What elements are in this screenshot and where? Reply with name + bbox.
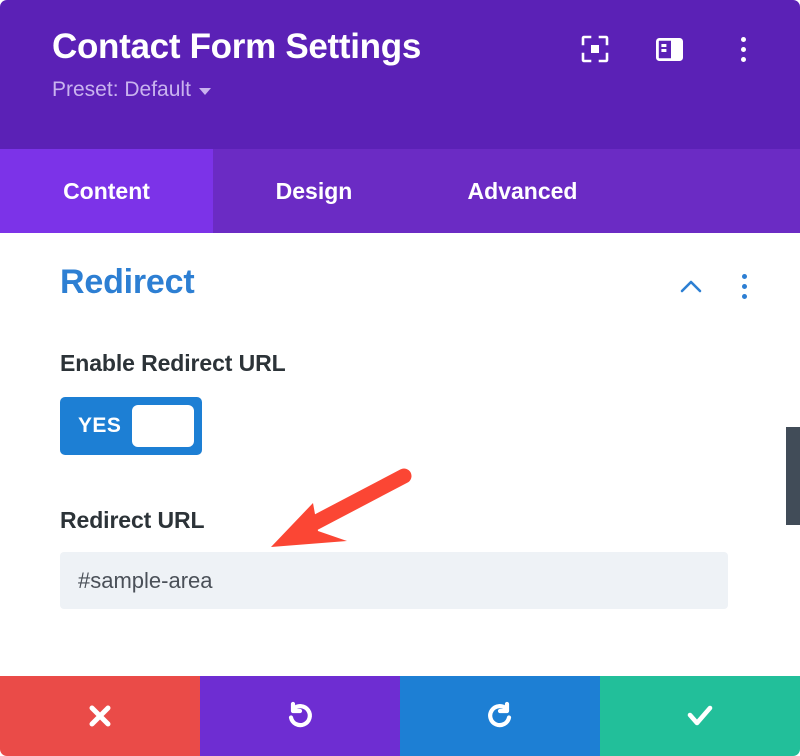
redo-button[interactable] <box>400 676 600 756</box>
redirect-url-input[interactable] <box>60 552 728 609</box>
dot <box>740 46 746 52</box>
dot <box>741 284 747 289</box>
undo-button[interactable] <box>200 676 400 756</box>
settings-body: Redirect Enable Redirect URL YES Redirec… <box>0 233 800 676</box>
section-header-redirect: Redirect <box>0 233 800 302</box>
layout-panel-icon[interactable] <box>654 34 684 64</box>
page-title: Contact Form Settings <box>52 27 421 66</box>
dot <box>741 294 747 299</box>
section-title: Redirect <box>60 263 195 301</box>
dot <box>741 274 747 279</box>
preset-label: Preset: Default <box>52 78 191 101</box>
undo-icon <box>288 701 312 728</box>
redirect-url-label: Redirect URL <box>60 507 205 533</box>
scrollbar-track[interactable] <box>786 233 800 676</box>
preset-selector[interactable]: Preset: Default <box>52 77 211 103</box>
toggle-knob <box>132 405 194 447</box>
redo-icon <box>488 701 512 728</box>
field-enable-redirect: Enable Redirect URL YES <box>0 350 800 455</box>
enable-redirect-label: Enable Redirect URL <box>60 350 286 376</box>
tab-design[interactable]: Design <box>213 149 415 233</box>
toggle-value-label: YES <box>78 414 122 437</box>
chevron-up-icon[interactable] <box>678 274 704 300</box>
check-icon <box>687 705 713 726</box>
section-more-options-icon[interactable] <box>732 272 756 302</box>
save-button[interactable] <box>600 676 800 756</box>
modal-header: Contact Form Settings Preset: Default <box>0 0 800 149</box>
section-header-actions <box>678 264 756 302</box>
cancel-button[interactable] <box>0 676 200 756</box>
scrollbar-thumb[interactable] <box>786 427 800 525</box>
tab-advanced[interactable]: Advanced <box>415 149 630 233</box>
close-icon <box>89 705 111 727</box>
action-bar <box>0 676 800 756</box>
chevron-down-icon <box>198 88 211 95</box>
dot <box>740 56 746 62</box>
enable-redirect-toggle[interactable]: YES <box>60 397 202 455</box>
header-icon-group <box>580 34 772 64</box>
settings-modal: Contact Form Settings Preset: Default Co… <box>0 0 800 756</box>
field-redirect-url: Redirect URL <box>0 507 800 609</box>
tab-bar: Content Design Advanced <box>0 149 800 233</box>
tab-content[interactable]: Content <box>0 149 213 233</box>
focus-target-icon[interactable] <box>580 34 610 64</box>
more-options-icon[interactable] <box>728 34 758 64</box>
dot <box>740 36 746 42</box>
